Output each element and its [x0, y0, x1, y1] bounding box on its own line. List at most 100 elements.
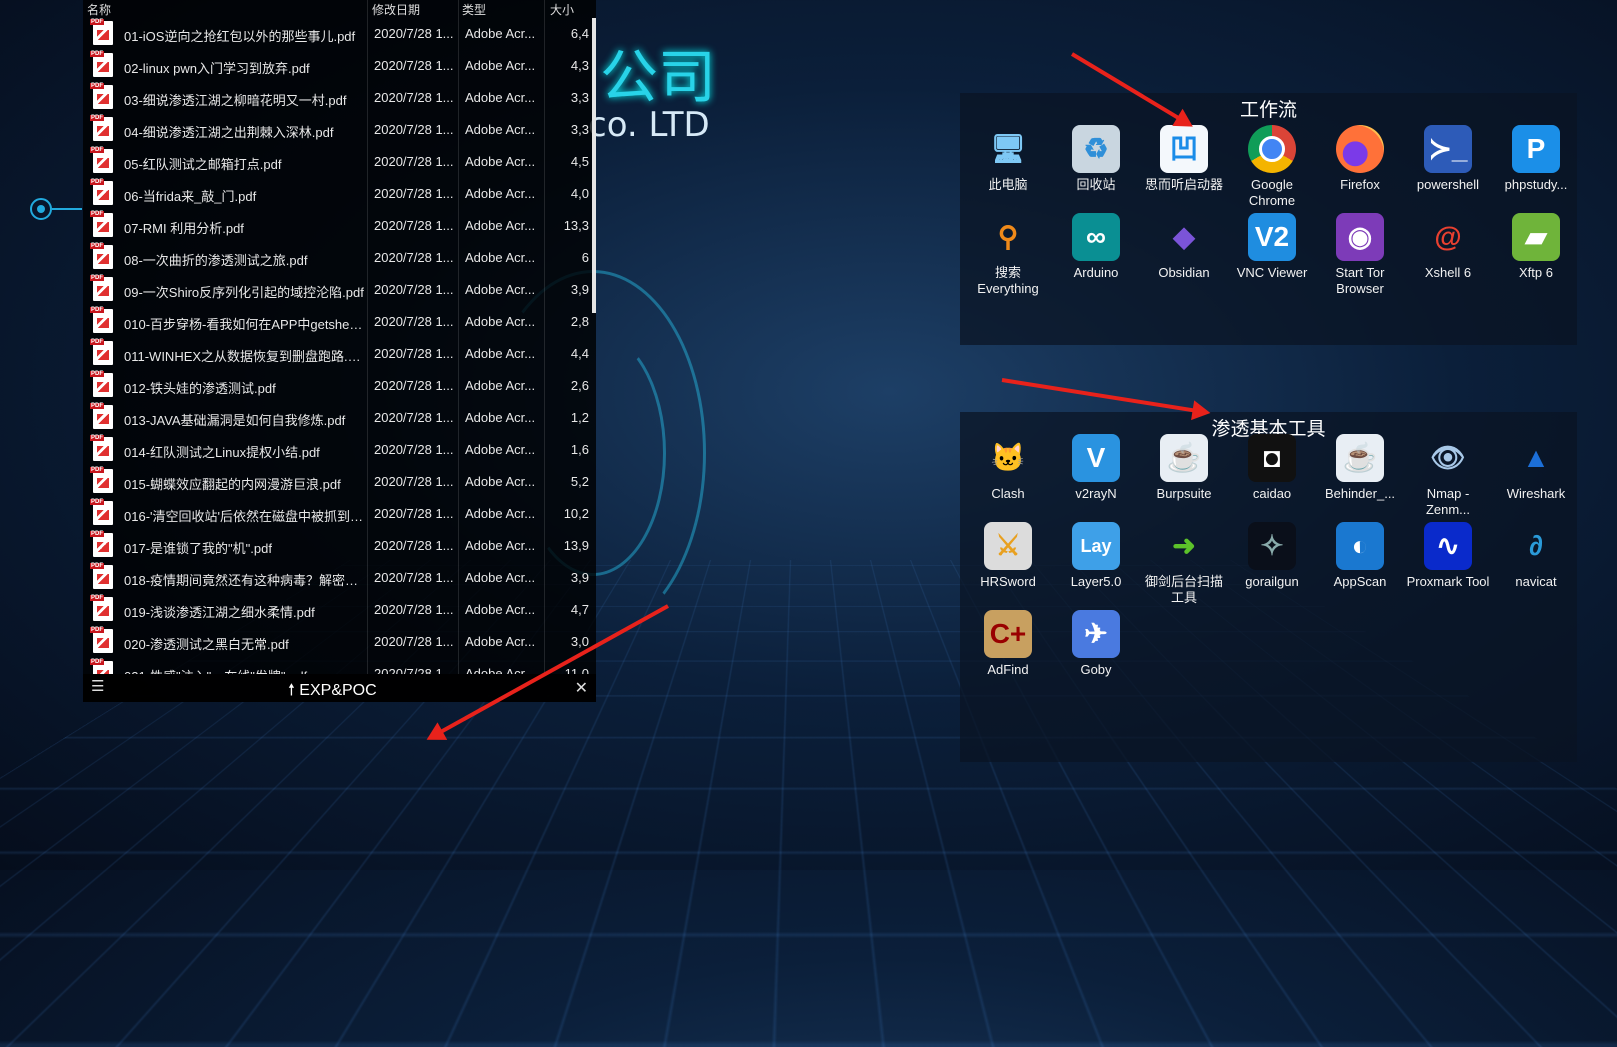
- shortcut-label: Xftp 6: [1519, 265, 1553, 280]
- hamburger-icon[interactable]: ☰: [91, 677, 104, 695]
- behinder-icon: ☕: [1336, 434, 1384, 482]
- close-icon[interactable]: ✕: [575, 678, 588, 698]
- file-size: 3,9: [570, 282, 589, 297]
- file-name: 014-红队测试之Linux提权小结.pdf: [124, 445, 320, 460]
- file-type: Adobe Acr...: [465, 26, 536, 41]
- file-row[interactable]: 010-百步穿杨-看我如何在APP中getshell.pdf 2020/7/28 …: [83, 304, 591, 336]
- file-row[interactable]: 07-RMI 利用分析.pdf 2020/7/28 1... Adobe Acr..…: [83, 208, 591, 240]
- file-row[interactable]: 016-'清空回收站'后依然在磁盘中被抓到证据... 2020/7/28 1...…: [83, 496, 591, 528]
- file-size: 6: [581, 250, 589, 265]
- desktop-shortcut[interactable]: Firefox: [1316, 125, 1404, 193]
- file-type: Adobe Acr...: [465, 186, 536, 201]
- file-row[interactable]: 013-JAVA基础漏洞是如何自我修炼.pdf 2020/7/28 1... Ado…: [83, 400, 591, 432]
- file-row[interactable]: 020-渗透测试之黑白无常.pdf 2020/7/28 1... Adobe Acr…: [83, 624, 591, 656]
- desktop-shortcut[interactable]: Pphpstudy...: [1492, 125, 1580, 193]
- desktop-shortcut[interactable]: ∂ navicat: [1492, 522, 1580, 590]
- desktop-shortcut[interactable]: ▰ Xftp 6: [1492, 213, 1580, 281]
- desktop-shortcut[interactable]: ◆ Obsidian: [1140, 213, 1228, 281]
- desktop-shortcut[interactable]: @ Xshell 6: [1404, 213, 1492, 281]
- file-row[interactable]: 018-疫情期间竟然还有这种病毒？解密古老... 2020/7/28 1... Ad…: [83, 560, 591, 592]
- firefox-icon: [1336, 125, 1384, 173]
- clash-icon: 🐱: [990, 442, 1026, 473]
- desktop-shortcut[interactable]: ▲ Wireshark: [1492, 434, 1580, 502]
- navicat-icon: ∂: [1529, 530, 1543, 561]
- hrsword-icon: ⚔: [984, 522, 1032, 570]
- file-name: 04-细说渗透江湖之出荆棘入深林.pdf: [124, 125, 334, 140]
- pdf-file-icon: [90, 659, 113, 674]
- desktop-shortcut[interactable]: V2 VNC Viewer: [1228, 213, 1316, 281]
- pdf-file-icon: [90, 19, 113, 45]
- fence-pentest-tools: 渗透基本工具 🐱 Clash Vv2rayN ☕ Burpsuite ◘ caidao ☕ Be…: [960, 412, 1577, 762]
- file-row[interactable]: 06-当frida来_敲_门.pdf 2020/7/28 1... Adobe Ac…: [83, 176, 591, 208]
- file-name: 010-百步穿杨-看我如何在APP中getshell.pdf: [124, 317, 364, 332]
- file-row[interactable]: 02-linux pwn入门学习到放弃.pdf 2020/7/28 1... Ado…: [83, 48, 591, 80]
- desktop-shortcut[interactable]: ☕ Behinder_...: [1316, 434, 1404, 502]
- desktop-shortcut[interactable]: ⚲ 搜索 Everything: [964, 213, 1052, 297]
- file-row[interactable]: 019-浅谈渗透江湖之细水柔情.pdf 2020/7/28 1... Adobe A…: [83, 592, 591, 624]
- desktop-shortcut[interactable]: Lay Layer5.0: [1052, 522, 1140, 590]
- desktop-shortcut[interactable]: 🐱 Clash: [964, 434, 1052, 502]
- file-name: 012-铁头娃的渗透测试.pdf: [124, 381, 276, 396]
- file-row[interactable]: 014-红队测试之Linux提权小结.pdf 2020/7/28 1... Adob…: [83, 432, 591, 464]
- shortcut-label: 回收站: [1076, 177, 1116, 192]
- file-row[interactable]: 012-铁头娃的渗透测试.pdf 2020/7/28 1... Adobe Acr.…: [83, 368, 591, 400]
- file-row[interactable]: 011-WINHEX之从数据恢复到删盘跑路.pdf 2020/7/28 1... A…: [83, 336, 591, 368]
- file-row[interactable]: 01-iOS逆向之抢红包以外的那些事儿.pdf 2020/7/28 1... Ado…: [83, 16, 591, 48]
- fence-title[interactable]: 工作流: [960, 95, 1577, 122]
- file-row[interactable]: 09-一次Shiro反序列化引起的域控沦陷.pdf 2020/7/28 1... A…: [83, 272, 591, 304]
- file-row[interactable]: 03-细说渗透江湖之柳暗花明又一村.pdf 2020/7/28 1... Adobe…: [83, 80, 591, 112]
- desktop-shortcut[interactable]: ➜ 御剑后台扫描工具: [1140, 522, 1228, 606]
- desktop-shortcut[interactable]: ≻_ powershell: [1404, 125, 1492, 193]
- desktop-shortcut[interactable]: ✈ Goby: [1052, 610, 1140, 678]
- scrollbar[interactable]: [592, 18, 596, 313]
- file-row[interactable]: 015-蝴蝶效应翻起的内网漫游巨浪.pdf 2020/7/28 1... Adobe…: [83, 464, 591, 496]
- desktop-shortcut[interactable]: C+ AdFind: [964, 610, 1052, 678]
- file-size: 3,3: [570, 90, 589, 105]
- file-row[interactable]: 017-是谁锁了我的"机".pdf 2020/7/28 1... Adobe Acr…: [83, 528, 591, 560]
- desktop-shortcut[interactable]: ⚔ HRSword: [964, 522, 1052, 590]
- desktop-shortcut[interactable]: 🖥 此电脑: [964, 125, 1052, 193]
- desktop-shortcut[interactable]: ∿ Proxmark Tool: [1404, 522, 1492, 590]
- desktop-shortcut[interactable]: ♻ 回收站: [1052, 125, 1140, 193]
- file-type: Adobe Acr...: [465, 442, 536, 457]
- desktop-shortcut[interactable]: 👁 Nmap - Zenm...: [1404, 434, 1492, 518]
- proxmark-icon: ∿: [1424, 522, 1472, 570]
- shortcut-label: Start Tor Browser: [1335, 265, 1385, 296]
- desktop-shortcut[interactable]: ∞ Arduino: [1052, 213, 1140, 281]
- nmap-icon: 👁: [1430, 442, 1466, 473]
- desktop-shortcut[interactable]: ◐ AppScan: [1316, 522, 1404, 590]
- file-date: 2020/7/28 1...: [374, 666, 454, 674]
- shortcut-label: AppScan: [1333, 574, 1387, 589]
- company-name-en: co. LTD: [588, 105, 710, 145]
- shortcut-label: navicat: [1515, 574, 1557, 589]
- fence-title-exp-poc[interactable]: 🠕 EXP&POC: [288, 679, 377, 706]
- file-name: 017-是谁锁了我的"机".pdf: [124, 541, 272, 556]
- pdf-file-icon: [90, 627, 113, 653]
- file-name: 016-'清空回收站'后依然在磁盘中被抓到证据...: [124, 509, 364, 524]
- shortcut-label: Layer5.0: [1070, 574, 1122, 589]
- file-date: 2020/7/28 1...: [374, 26, 454, 41]
- gorailgun-icon: ✧: [1248, 522, 1296, 570]
- file-name: 020-渗透测试之黑白无常.pdf: [124, 637, 289, 652]
- file-type: Adobe Acr...: [465, 122, 536, 137]
- shortcut-label: VNC Viewer: [1236, 265, 1308, 280]
- desktop-shortcut[interactable]: ◉ Start Tor Browser: [1316, 213, 1404, 297]
- file-size: 4,7: [570, 602, 589, 617]
- file-row[interactable]: 05-红队测试之邮箱打点.pdf 2020/7/28 1... Adobe Acr.…: [83, 144, 591, 176]
- file-row[interactable]: 021-性感"注入"，在线"发牌".pdf 2020/7/28 1... Adobe…: [83, 656, 591, 674]
- appscan-icon: ◐: [1336, 522, 1384, 570]
- desktop-shortcut[interactable]: Vv2rayN: [1052, 434, 1140, 502]
- file-date: 2020/7/28 1...: [374, 378, 454, 393]
- shortcut-label: phpstudy...: [1504, 177, 1568, 192]
- desktop-shortcut[interactable]: ◘ caidao: [1228, 434, 1316, 502]
- desktop-shortcut[interactable]: ☕ Burpsuite: [1140, 434, 1228, 502]
- goby-icon: ✈: [1072, 610, 1120, 658]
- desktop-shortcut[interactable]: 凹思而听启动器: [1140, 125, 1228, 193]
- desktop-shortcut[interactable]: Google Chrome: [1228, 125, 1316, 209]
- file-name: 015-蝴蝶效应翻起的内网漫游巨浪.pdf: [124, 477, 341, 492]
- file-row[interactable]: 04-细说渗透江湖之出荆棘入深林.pdf 2020/7/28 1... Adobe …: [83, 112, 591, 144]
- phpstudy-icon: P: [1512, 125, 1560, 173]
- shortcut-label: 搜索 Everything: [977, 265, 1039, 296]
- desktop-shortcut[interactable]: ✧ gorailgun: [1228, 522, 1316, 590]
- file-row[interactable]: 08-一次曲折的渗透测试之旅.pdf 2020/7/28 1... Adobe Ac…: [83, 240, 591, 272]
